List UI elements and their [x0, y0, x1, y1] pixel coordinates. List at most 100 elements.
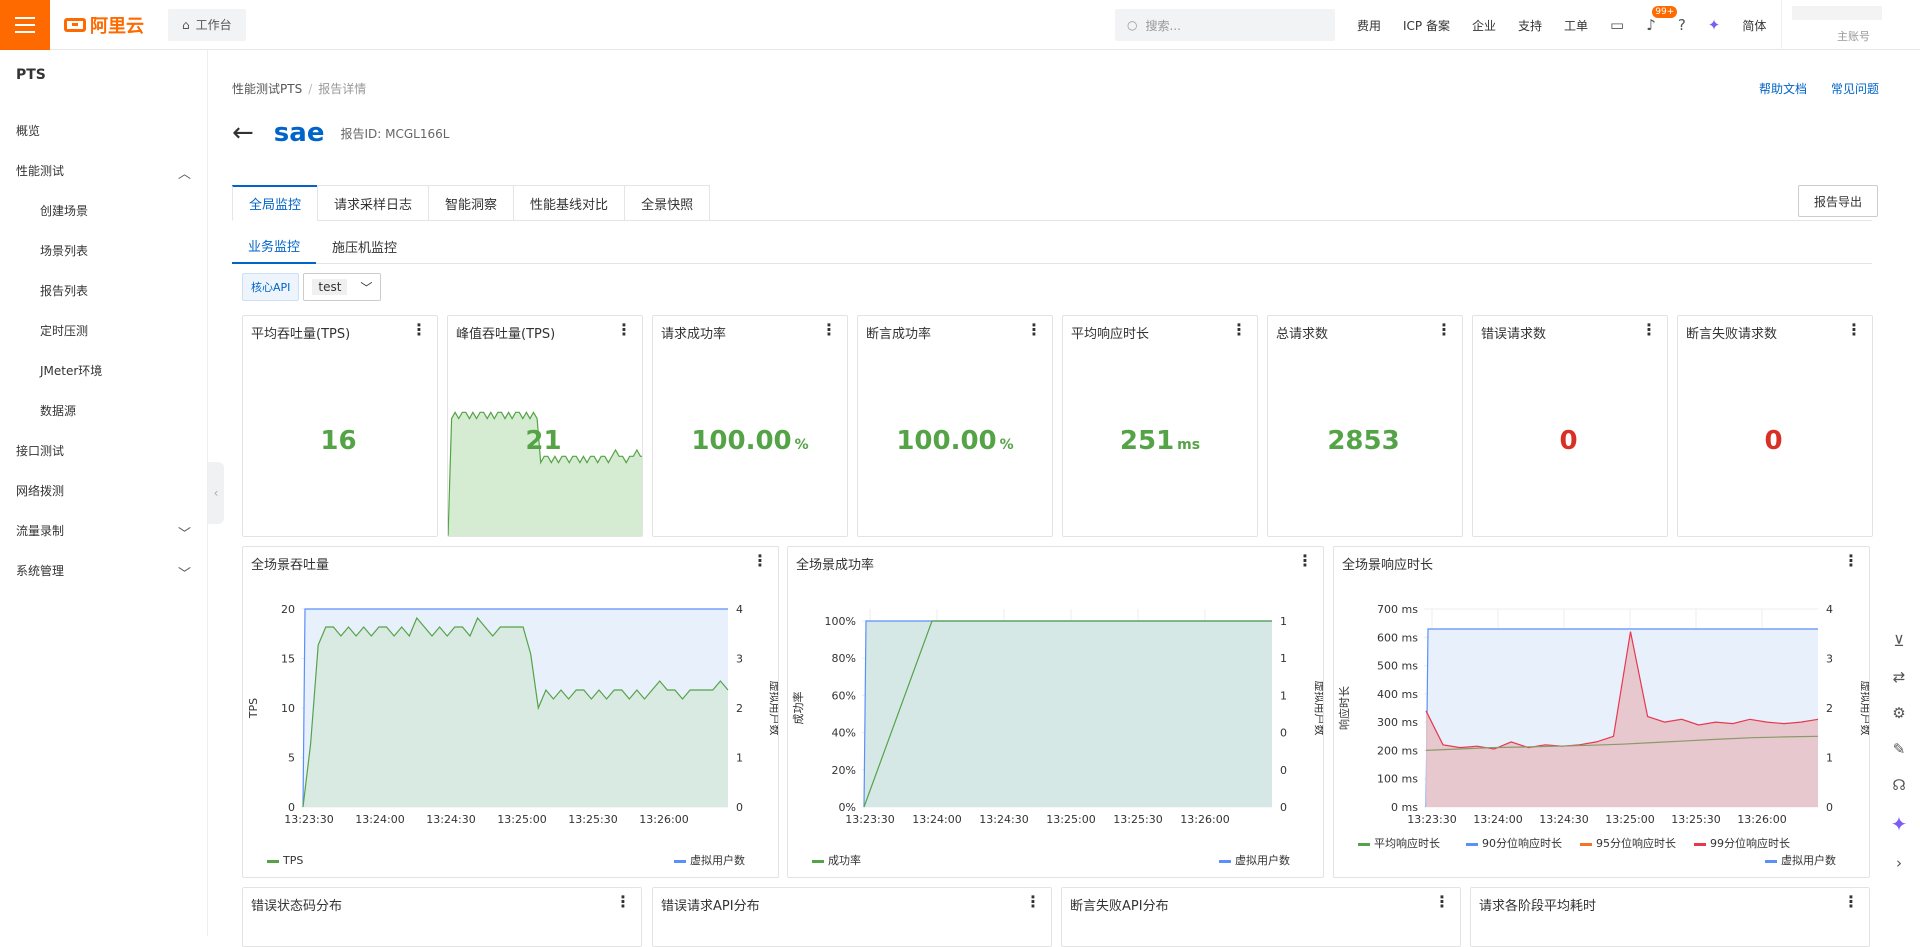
sidebar-item-system[interactable]: 系统管理 ﹀: [0, 550, 207, 590]
headset-icon[interactable]: ☊: [1892, 776, 1905, 794]
tab-business-monitor[interactable]: 业务监控: [232, 228, 317, 264]
account-type: 主账号: [1837, 30, 1870, 43]
help-doc-link[interactable]: 帮助文档: [1759, 80, 1807, 97]
x-tick-label: 13:23:30: [1407, 813, 1456, 826]
sidebar-item-create-scene[interactable]: 创建场景: [0, 190, 207, 230]
y-tick-label: 20: [281, 603, 295, 616]
more-icon[interactable]: ⋮: [1846, 322, 1862, 338]
tab-global-monitor[interactable]: 全局监控: [232, 185, 318, 221]
more-icon[interactable]: ⋮: [1297, 553, 1313, 569]
search-input[interactable]: ○ 搜索...: [1115, 9, 1335, 41]
sidebar-item-overview[interactable]: 概览: [0, 110, 207, 150]
kpi-value: 21: [525, 426, 562, 456]
more-icon[interactable]: ⋮: [1843, 894, 1859, 910]
breadcrumb-root[interactable]: 性能测试PTS: [232, 82, 302, 96]
tab-loader-monitor[interactable]: 施压机监控: [316, 228, 413, 264]
tab-snapshot[interactable]: 全景快照: [624, 185, 711, 221]
language-switch[interactable]: 简体: [1742, 17, 1766, 34]
core-api-chip[interactable]: 核心API: [242, 273, 300, 301]
y-tick-label: 600 ms: [1377, 631, 1418, 644]
chevron-down-icon: ﹀: [360, 280, 373, 295]
edit-icon[interactable]: ✎: [1893, 740, 1906, 758]
ai-assistant-icon[interactable]: ✦: [1708, 16, 1721, 34]
tab-insight[interactable]: 智能洞察: [428, 185, 514, 221]
x-tick-label: 13:25:30: [1671, 813, 1720, 826]
y2-axis-label: 虚拟用户数: [1859, 681, 1870, 736]
virtual-users-area: [864, 621, 1272, 807]
nav-support[interactable]: 支持: [1518, 17, 1542, 34]
y2-tick-label: 1: [1280, 615, 1287, 628]
more-icon[interactable]: ⋮: [752, 553, 768, 569]
legend-swatch: [1765, 860, 1777, 863]
menu-icon[interactable]: [0, 0, 50, 50]
more-icon[interactable]: ⋮: [411, 322, 427, 338]
sidebar-item-scheduled[interactable]: 定时压测: [0, 310, 207, 350]
more-icon[interactable]: ⋮: [1843, 553, 1859, 569]
cart-icon[interactable]: ⊻: [1894, 632, 1905, 650]
more-icon[interactable]: ⋮: [1231, 322, 1247, 338]
kpi-title: 请求成功率: [661, 327, 727, 342]
kpi-card: 断言失败请求数 ⋮ 0: [1677, 315, 1873, 537]
kpi-card: 平均吞吐量(TPS) ⋮ 16: [242, 315, 438, 537]
y2-tick-label: 0: [1280, 801, 1287, 814]
settings-icon[interactable]: ⚙: [1892, 704, 1905, 722]
export-report-button[interactable]: 报告导出: [1798, 185, 1878, 217]
x-tick-label: 13:25:30: [568, 813, 617, 826]
y2-tick-label: 2: [736, 702, 743, 715]
more-icon[interactable]: ⋮: [1026, 322, 1042, 338]
kpi-value: 0: [1764, 426, 1783, 456]
api-select[interactable]: test ﹀: [303, 273, 382, 301]
tab-sampling-log[interactable]: 请求采样日志: [317, 185, 429, 221]
x-tick-label: 13:24:00: [912, 813, 961, 826]
sidebar-item-report-list[interactable]: 报告列表: [0, 270, 207, 310]
more-icon[interactable]: ⋮: [821, 322, 837, 338]
x-tick-label: 13:23:30: [284, 813, 333, 826]
legend-label: 虚拟用户数: [1235, 853, 1290, 867]
help-icon[interactable]: ?: [1678, 16, 1686, 34]
more-icon[interactable]: ⋮: [1434, 894, 1450, 910]
more-icon[interactable]: ⋮: [615, 894, 631, 910]
kpi-title: 断言成功率: [866, 327, 932, 342]
home-icon: ⌂: [182, 17, 190, 32]
faq-link[interactable]: 常见问题: [1831, 80, 1879, 97]
nav-enterprise[interactable]: 企业: [1472, 17, 1496, 34]
sidebar-item-datasource[interactable]: 数据源: [0, 390, 207, 430]
account-menu[interactable]: 主账号: [1781, 0, 1920, 50]
back-arrow-icon[interactable]: ←: [232, 118, 254, 148]
terminal-icon[interactable]: ▭: [1610, 16, 1624, 34]
bell-icon[interactable]: ♪ 99+: [1646, 6, 1678, 34]
sidebar-item-perf-test[interactable]: 性能测试 ︿: [0, 150, 207, 190]
assistant-icon[interactable]: ✦: [1891, 812, 1908, 836]
sidebar-item-network[interactable]: 网络拨测: [0, 470, 207, 510]
aliyun-logo[interactable]: 阿里云: [64, 12, 144, 38]
nav-fee[interactable]: 费用: [1357, 17, 1381, 34]
sidebar-item-api-test[interactable]: 接口测试: [0, 430, 207, 470]
sidebar-collapse-handle[interactable]: ‹: [208, 462, 224, 524]
nav-ticket[interactable]: 工单: [1564, 17, 1588, 34]
card-error-code: 错误状态码分布 ⋮: [242, 887, 642, 947]
y2-tick-label: 1: [736, 752, 743, 765]
more-icon[interactable]: ⋮: [1436, 322, 1452, 338]
more-icon[interactable]: ⋮: [1025, 894, 1041, 910]
x-tick-label: 13:23:30: [845, 813, 894, 826]
chart-title: 全场景成功率: [796, 558, 875, 573]
sidebar-item-traffic[interactable]: 流量录制 ﹀: [0, 510, 207, 550]
y2-tick-label: 0: [736, 801, 743, 814]
sidebar-item-scene-list[interactable]: 场景列表: [0, 230, 207, 270]
tab-baseline[interactable]: 性能基线对比: [513, 185, 625, 221]
nav-icp[interactable]: ICP 备案: [1403, 17, 1450, 34]
kpi-card: 平均响应时长 ⋮ 251 ms: [1062, 315, 1258, 537]
y-axis-label: 响应时长: [1337, 686, 1351, 730]
x-tick-label: 13:24:30: [979, 813, 1028, 826]
y2-tick-label: 1: [1280, 652, 1287, 665]
chart-card-response-time: 全场景响应时长 ⋮ 0 ms 100 ms 200 ms 300 ms 400 ms 50…: [1333, 546, 1870, 878]
chart-title: 全场景吞吐量: [251, 558, 330, 573]
x-tick-label: 13:24:30: [1539, 813, 1588, 826]
expand-icon[interactable]: ›: [1896, 854, 1902, 872]
legend-label: 95分位响应时长: [1596, 836, 1676, 850]
workspace-button[interactable]: ⌂ 工作台: [168, 8, 246, 41]
y-tick-label: 5: [288, 752, 295, 765]
transfer-icon[interactable]: ⇄: [1893, 668, 1906, 686]
more-icon[interactable]: ⋮: [1641, 322, 1657, 338]
sidebar-item-jmeter[interactable]: JMeter环境: [0, 350, 207, 390]
